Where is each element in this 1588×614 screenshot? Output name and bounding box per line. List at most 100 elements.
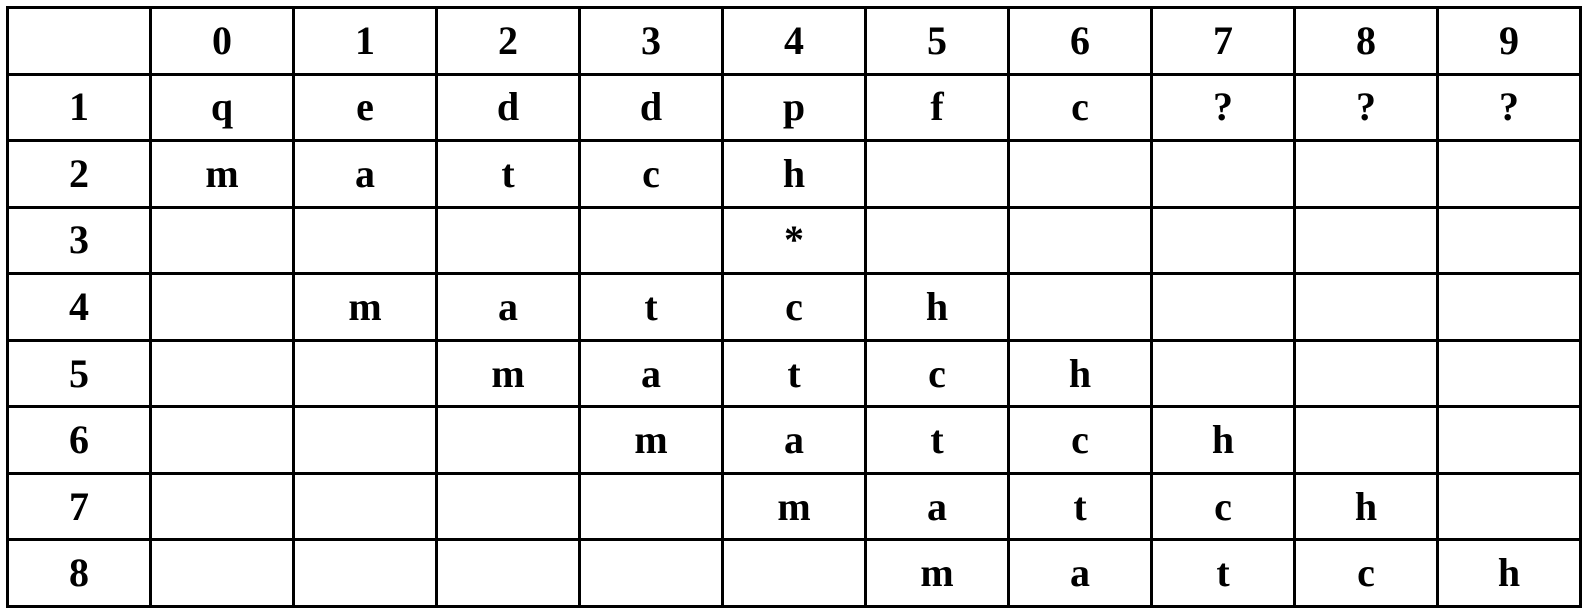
table-cell: 9 [1438, 8, 1581, 75]
table-cell [294, 540, 437, 607]
table-row: 7match [8, 473, 1581, 540]
table-cell [151, 207, 294, 274]
table-row: 0123456789 [8, 8, 1581, 75]
table-cell: c [1295, 540, 1438, 607]
table-cell: c [1009, 407, 1152, 474]
table-cell [1295, 141, 1438, 208]
table-cell: h [866, 274, 1009, 341]
table-cell: d [437, 74, 580, 141]
table-cell: c [866, 340, 1009, 407]
table-cell: a [723, 407, 866, 474]
table-cell [1009, 207, 1152, 274]
table-cell: m [151, 141, 294, 208]
table-cell [1438, 141, 1581, 208]
table-row: 6 match [8, 407, 1581, 474]
table-cell [723, 540, 866, 607]
table-cell: a [1009, 540, 1152, 607]
table-cell: t [723, 340, 866, 407]
table-cell: h [1295, 473, 1438, 540]
table-cell: c [580, 141, 723, 208]
table-cell: ? [1438, 74, 1581, 141]
table-cell: m [723, 473, 866, 540]
table-row: 8 match [8, 540, 1581, 607]
table-cell: t [580, 274, 723, 341]
table-cell: a [580, 340, 723, 407]
table-row: 4 match [8, 274, 1581, 341]
table-cell: c [1009, 74, 1152, 141]
table-cell [151, 407, 294, 474]
table-cell [294, 340, 437, 407]
table-cell: t [866, 407, 1009, 474]
table-cell: 8 [1295, 8, 1438, 75]
table-cell [1295, 407, 1438, 474]
table-cell: 3 [8, 207, 151, 274]
table-cell: 5 [866, 8, 1009, 75]
table-cell [437, 540, 580, 607]
table-cell [580, 473, 723, 540]
table-cell [151, 340, 294, 407]
table-cell [1152, 141, 1295, 208]
table-cell: t [437, 141, 580, 208]
table-cell: m [294, 274, 437, 341]
table-cell [1438, 473, 1581, 540]
table-row: 5match [8, 340, 1581, 407]
table-cell: t [1152, 540, 1295, 607]
table-cell [866, 141, 1009, 208]
table-cell [1009, 274, 1152, 341]
table-cell [294, 407, 437, 474]
table-cell: h [723, 141, 866, 208]
table-cell: 4 [8, 274, 151, 341]
table-cell: 7 [1152, 8, 1295, 75]
table-cell: m [437, 340, 580, 407]
table-cell: 8 [8, 540, 151, 607]
table-cell [294, 473, 437, 540]
table-cell [580, 207, 723, 274]
table-cell: * [723, 207, 866, 274]
table-cell: 4 [723, 8, 866, 75]
table-cell: m [866, 540, 1009, 607]
table-cell: t [1009, 473, 1152, 540]
table-cell [8, 8, 151, 75]
table-cell: a [437, 274, 580, 341]
table-cell [151, 473, 294, 540]
table-cell [580, 540, 723, 607]
table-cell: ? [1295, 74, 1438, 141]
table-row: 3* [8, 207, 1581, 274]
table-cell [1009, 141, 1152, 208]
table-cell: 1 [8, 74, 151, 141]
table-cell: ? [1152, 74, 1295, 141]
table-cell [1295, 274, 1438, 341]
table-cell: c [723, 274, 866, 341]
table-cell [294, 207, 437, 274]
table-cell [1152, 274, 1295, 341]
table-cell: q [151, 74, 294, 141]
table-cell [866, 207, 1009, 274]
table-cell [1152, 340, 1295, 407]
table-cell: 5 [8, 340, 151, 407]
data-table: 01234567891qeddpfc???2match3*4match5matc… [6, 6, 1582, 608]
table-cell [1438, 340, 1581, 407]
table-cell: c [1152, 473, 1295, 540]
table-cell: 2 [437, 8, 580, 75]
table-cell: e [294, 74, 437, 141]
table-cell [1438, 274, 1581, 341]
table-cell: 3 [580, 8, 723, 75]
table-cell: 0 [151, 8, 294, 75]
table-cell [151, 274, 294, 341]
table-container: 01234567891qeddpfc???2match3*4match5matc… [0, 0, 1588, 614]
table-cell [1295, 207, 1438, 274]
table-cell: 1 [294, 8, 437, 75]
table-cell [437, 207, 580, 274]
table-cell: a [866, 473, 1009, 540]
table-cell: p [723, 74, 866, 141]
table-cell: 6 [8, 407, 151, 474]
table-cell: h [1438, 540, 1581, 607]
table-cell [1295, 340, 1438, 407]
table-row: 1qeddpfc??? [8, 74, 1581, 141]
table-cell [1438, 407, 1581, 474]
table-cell [437, 473, 580, 540]
table-row: 2match [8, 141, 1581, 208]
table-cell: h [1152, 407, 1295, 474]
table-cell: m [580, 407, 723, 474]
table-cell: 6 [1009, 8, 1152, 75]
